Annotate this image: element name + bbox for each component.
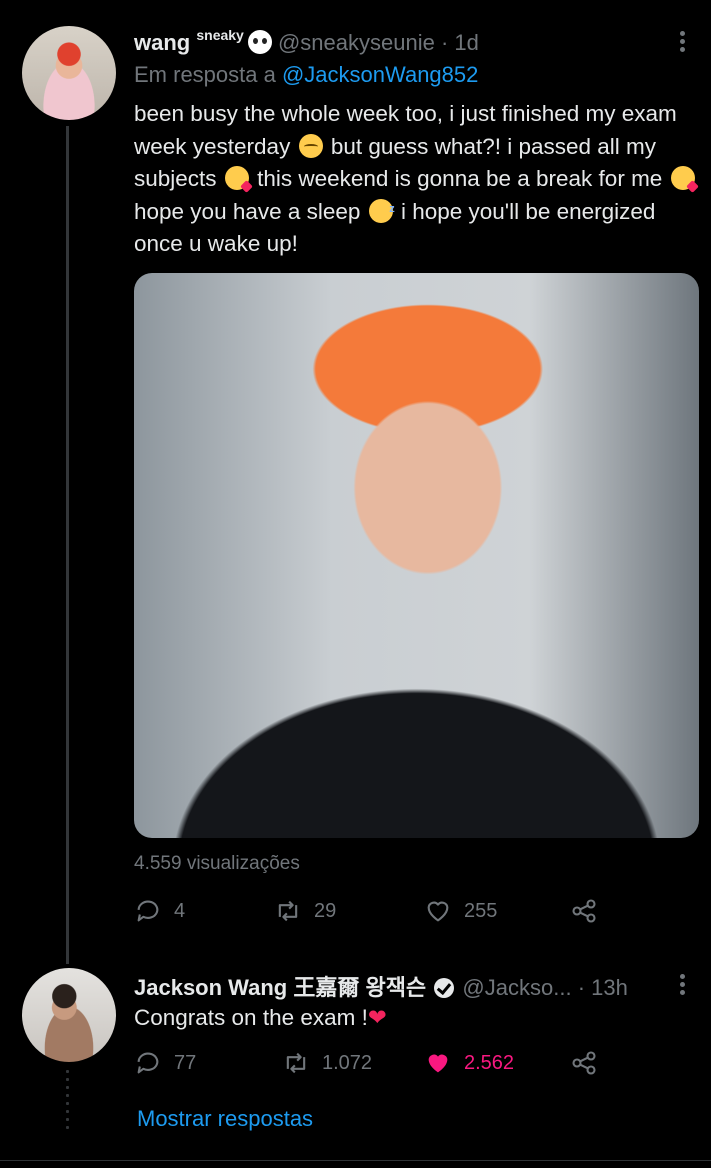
tweet-photo[interactable]	[134, 273, 699, 838]
divider	[0, 1160, 711, 1161]
view-count: 4.559 visualizações	[134, 853, 300, 874]
tweet-text: been busy the whole week too, i just fin…	[134, 98, 704, 261]
verified-badge-icon	[434, 978, 455, 998]
reply-icon	[137, 900, 159, 922]
sad-sweat-emoji-icon	[298, 133, 323, 158]
reply-button[interactable]: 4	[134, 897, 185, 925]
share-button[interactable]	[570, 1049, 598, 1077]
retweet-icon	[278, 900, 298, 922]
tweet-text: Congrats on the exam !❤	[134, 1005, 387, 1030]
like-button[interactable]: 255	[424, 897, 497, 925]
more-options-icon[interactable]	[680, 28, 685, 55]
red-heart-emoji-icon: ❤	[367, 1005, 387, 1030]
more-options-icon[interactable]	[680, 971, 685, 998]
sleeping-face-emoji-icon	[368, 193, 395, 225]
display-name[interactable]: Jackson Wang 王嘉爾 왕잭슨	[134, 975, 426, 1000]
reply-button[interactable]: 77	[134, 1049, 196, 1077]
reply-context: Em resposta a @JacksonWang852	[134, 62, 479, 87]
smiling-face-with-hearts-emoji-icon	[224, 166, 249, 191]
smiling-face-with-hearts-emoji-icon	[670, 166, 695, 191]
show-replies-link[interactable]: Mostrar respostas	[137, 1106, 313, 1132]
avatar[interactable]	[22, 26, 116, 120]
reply-to-link[interactable]: @JacksonWang852	[282, 62, 478, 87]
handle[interactable]: @sneakyseunie	[278, 30, 435, 55]
share-button[interactable]	[570, 897, 598, 925]
display-name[interactable]: wang sneaky	[134, 27, 272, 55]
heart-outline-icon	[427, 901, 449, 922]
share-icon	[572, 899, 596, 923]
heart-filled-icon	[428, 1054, 448, 1073]
share-icon	[572, 1051, 596, 1075]
reply-icon	[137, 1052, 159, 1074]
tweet-header: wang sneaky @sneakyseunie · 1d	[134, 27, 479, 55]
tweet-actions: 77 1.072 2.562	[134, 1049, 614, 1083]
retweet-button[interactable]: 29	[274, 897, 336, 925]
timestamp[interactable]: 1d	[454, 30, 478, 55]
tweet-header: Jackson Wang 王嘉爾 왕잭슨 @Jackso... · 13h	[134, 975, 628, 1000]
handle[interactable]: @Jackso...	[462, 975, 571, 1000]
retweet-button[interactable]: 1.072	[282, 1049, 372, 1077]
like-button[interactable]: 2.562	[424, 1049, 514, 1077]
tweet-actions: 4 29 255	[134, 897, 614, 931]
thread-continuation-dots	[66, 1070, 69, 1134]
retweet-icon	[286, 1052, 306, 1074]
avatar[interactable]	[22, 968, 116, 1062]
panda-emoji-icon	[247, 30, 272, 54]
thread-line	[66, 126, 69, 964]
timestamp[interactable]: 13h	[591, 975, 628, 1000]
